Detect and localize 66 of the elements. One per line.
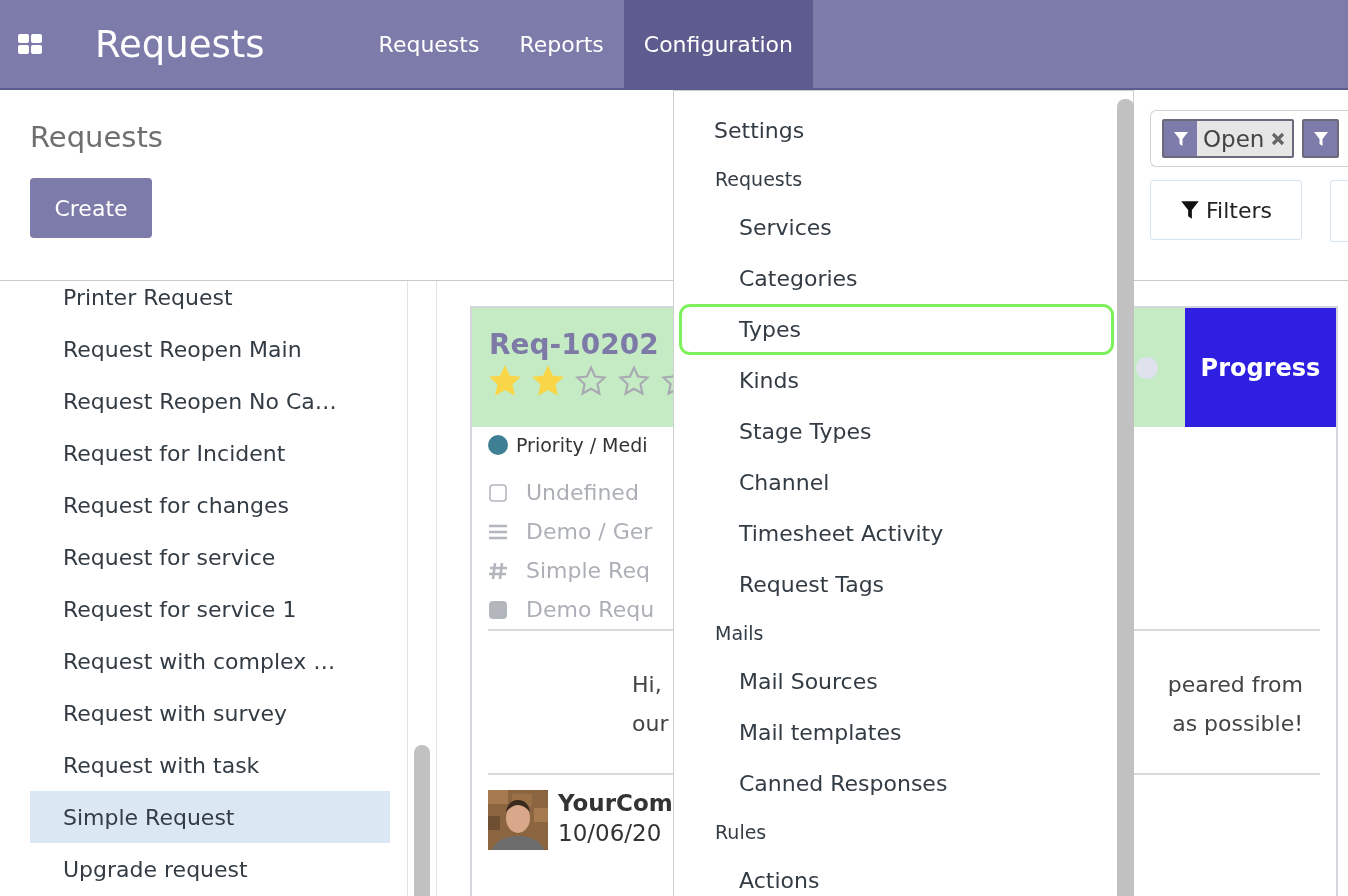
message-text: our <box>632 710 669 738</box>
message-text: Hi, <box>632 671 663 699</box>
filter-icon <box>1180 200 1200 220</box>
menu-item[interactable]: Timesheet Activity <box>674 508 1114 559</box>
app-title: Requests <box>95 22 265 66</box>
nav-menu-item[interactable]: Configuration <box>623 0 813 88</box>
sidebar-item[interactable]: Request for service <box>30 531 390 583</box>
nav-menu-item[interactable]: Requests <box>358 0 500 88</box>
filters-button[interactable]: Filters <box>1150 180 1302 240</box>
sidebar-item[interactable]: Request Reopen Main <box>30 323 390 375</box>
stage-label: Progress <box>1185 308 1336 427</box>
menu-section-header: Rules <box>714 820 768 845</box>
menu-section-header: Mails <box>714 621 765 646</box>
message-date: 10/06/20 <box>558 820 663 846</box>
filter-facet[interactable] <box>1302 119 1340 158</box>
sidebar-item[interactable]: Request for service 1 <box>30 583 390 635</box>
priority-text: Priority / Medi <box>516 434 648 456</box>
apps-grid-icon[interactable] <box>18 34 42 54</box>
filled-star-icon[interactable] <box>532 365 564 397</box>
empty-star-icon[interactable] <box>575 365 607 397</box>
menu-item[interactable]: Request Tags <box>674 559 1114 610</box>
menu-item[interactable]: Channel <box>674 457 1114 508</box>
menu-item[interactable]: Actions <box>674 855 1114 896</box>
close-icon[interactable] <box>1270 130 1287 147</box>
create-button[interactable]: Create <box>30 178 152 238</box>
menu-item[interactable]: Stage Types <box>674 406 1114 457</box>
filter-icon <box>1172 130 1189 147</box>
menu-item[interactable]: Kinds <box>674 355 1114 406</box>
page-title: Requests <box>30 120 163 156</box>
menu-item[interactable]: Services <box>674 202 1114 253</box>
menu-item[interactable]: Settings <box>674 105 1114 156</box>
hash-icon <box>488 560 508 581</box>
search-field[interactable]: Open <box>1150 110 1348 167</box>
sidebar-item[interactable]: Request for changes <box>30 479 390 531</box>
author-name: YourCom <box>558 790 673 816</box>
nav-menu-item[interactable]: Reports <box>499 0 624 88</box>
sidebar-item[interactable]: Simple Request <box>30 791 390 843</box>
menu-item[interactable]: Categories <box>674 253 1114 304</box>
message-text: as possible! <box>1171 710 1303 738</box>
status-dot[interactable] <box>1136 357 1158 379</box>
menu-section-header: Requests <box>714 167 804 192</box>
message-text: peared from <box>1167 671 1303 699</box>
checkbox-icon <box>488 482 508 503</box>
field-text: Simple Req <box>526 558 650 583</box>
menu-item[interactable]: Canned Responses <box>674 758 1114 809</box>
sidebar-item[interactable]: Printer Request <box>30 281 390 323</box>
filter-icon <box>1312 130 1329 147</box>
sidebar-item[interactable]: Request with survey <box>30 687 390 739</box>
sidebar-item[interactable]: Request Reopen No Ca… <box>30 375 390 427</box>
menu-item[interactable]: Types <box>679 304 1114 355</box>
scrollbar-thumb[interactable] <box>414 745 430 896</box>
square-icon <box>488 599 508 620</box>
field-text: Undefined <box>526 480 639 505</box>
menu-item[interactable]: Mail templates <box>674 707 1114 758</box>
sidebar-item[interactable]: Request with complex … <box>30 635 390 687</box>
filter-facet[interactable]: Open <box>1162 119 1295 158</box>
filled-star-icon[interactable] <box>489 365 521 397</box>
field-text: Demo / Ger <box>526 519 653 544</box>
scrollbar-thumb[interactable] <box>1117 99 1134 896</box>
sidebar-item[interactable]: Request with task <box>30 739 390 791</box>
field-text: Demo Requ <box>526 597 655 622</box>
empty-star-icon[interactable] <box>618 365 650 397</box>
priority-dot <box>488 435 508 455</box>
menu-item[interactable]: Mail Sources <box>674 656 1114 707</box>
sidebar-item[interactable]: Upgrade request <box>30 843 390 895</box>
sidebar-item[interactable]: Request for Incident <box>30 427 390 479</box>
